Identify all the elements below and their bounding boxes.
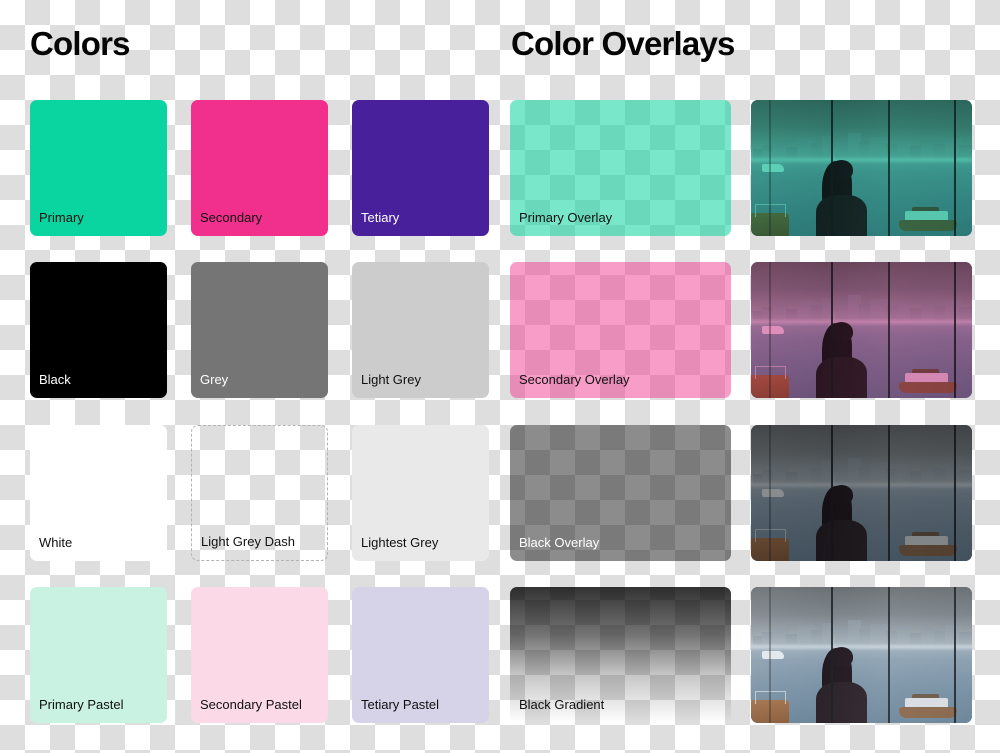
swatch-label: Secondary	[200, 210, 263, 225]
swatch-label: White	[39, 535, 73, 550]
overlay-label: Black Gradient	[519, 697, 605, 712]
color-swatch-tetiary-pastel[interactable]: Tetiary Pastel	[352, 587, 489, 723]
photo-tint-layer	[751, 587, 972, 723]
swatch-label: Lightest Grey	[361, 535, 439, 550]
overlay-label: Secondary Overlay	[519, 372, 630, 387]
swatch-label: Primary Pastel	[39, 697, 124, 712]
swatch-label: Black	[39, 372, 71, 387]
color-swatch-lightest-grey[interactable]: Lightest Grey	[352, 425, 489, 561]
color-palette-sheet: Colors Color Overlays Primary Secondary …	[0, 0, 1000, 753]
photo-tint-layer	[751, 262, 972, 398]
color-swatch-black[interactable]: Black	[30, 262, 167, 398]
swatch-label: Tetiary Pastel	[361, 697, 440, 712]
swatch-label: Grey	[200, 372, 229, 387]
color-swatch-light-grey-dash[interactable]: Light Grey Dash	[191, 425, 328, 561]
overlay-swatch-black-gradient[interactable]: Black Gradient	[510, 587, 731, 723]
color-swatch-white[interactable]: White	[30, 425, 167, 561]
page-title-colors: Colors	[30, 25, 131, 62]
overlay-photo-secondary[interactable]	[751, 262, 972, 398]
swatch-label: Light Grey	[361, 372, 421, 387]
color-swatch-secondary[interactable]: Secondary	[191, 100, 328, 236]
overlay-photo-black[interactable]	[751, 425, 972, 561]
color-swatch-grey[interactable]: Grey	[191, 262, 328, 398]
swatch-label: Light Grey Dash	[201, 534, 295, 549]
photo-tint-layer	[751, 100, 972, 236]
overlay-swatch-black-overlay[interactable]: Black Overlay	[510, 425, 731, 561]
color-swatch-primary[interactable]: Primary	[30, 100, 167, 236]
swatch-label: Secondary Pastel	[200, 697, 302, 712]
overlay-label: Primary Overlay	[519, 210, 613, 225]
color-swatch-primary-pastel[interactable]: Primary Pastel	[30, 587, 167, 723]
swatch-label: Tetiary	[361, 210, 400, 225]
color-swatch-light-grey[interactable]: Light Grey	[352, 262, 489, 398]
swatch-label: Primary	[39, 210, 84, 225]
color-swatch-secondary-pastel[interactable]: Secondary Pastel	[191, 587, 328, 723]
overlay-photo-plain[interactable]	[751, 587, 972, 723]
overlay-swatch-primary-overlay[interactable]: Primary Overlay	[510, 100, 731, 236]
photo-tint-layer	[751, 425, 972, 561]
overlay-label: Black Overlay	[519, 535, 600, 550]
overlay-photo-primary[interactable]	[751, 100, 972, 236]
color-swatch-tetiary[interactable]: Tetiary	[352, 100, 489, 236]
overlay-swatch-secondary-overlay[interactable]: Secondary Overlay	[510, 262, 731, 398]
page-title-color-overlays: Color Overlays	[511, 25, 735, 62]
